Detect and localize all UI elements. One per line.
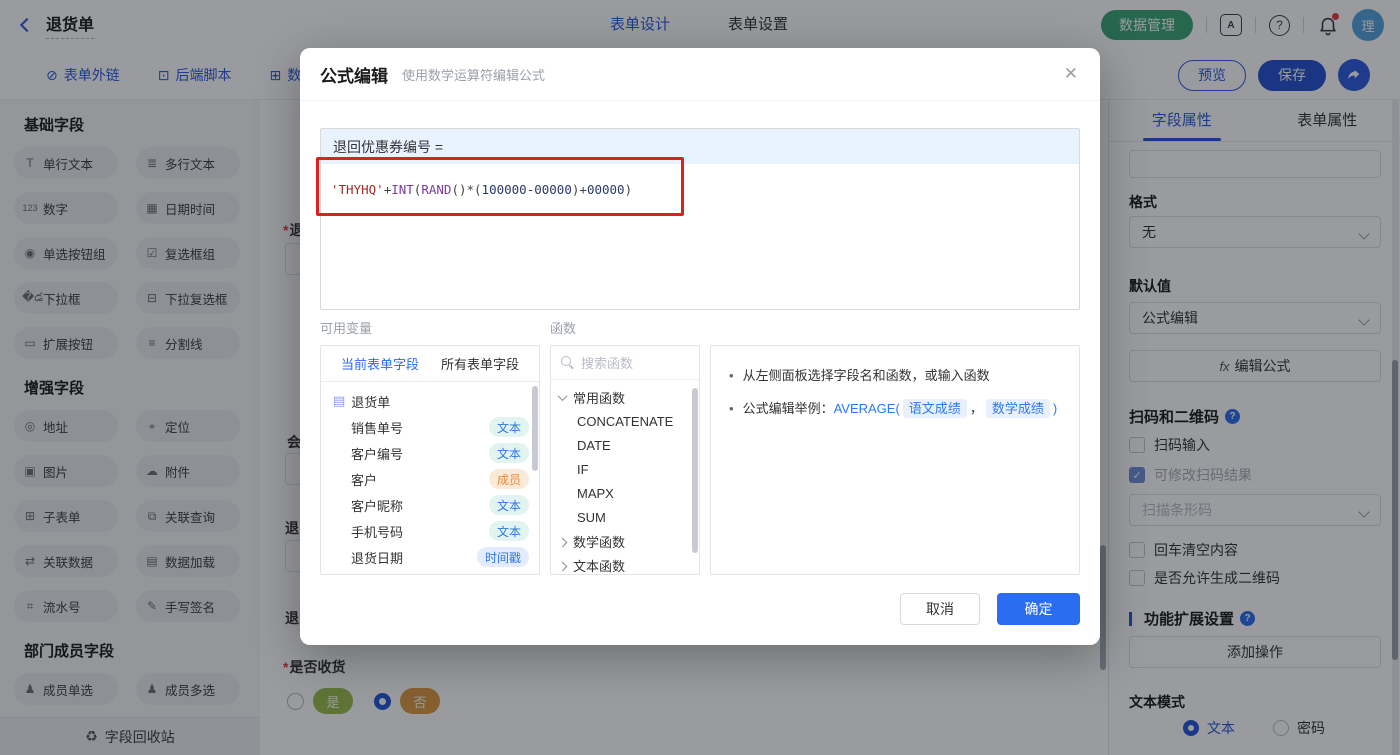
formula-code[interactable]: 'THYHQ'+INT(RAND()*(100000-00000)+00000) [321, 164, 1079, 215]
document-icon: ▤ [333, 393, 346, 408]
variables-section-label: 可用变量 [320, 321, 373, 336]
cancel-button[interactable]: 取消 [900, 593, 980, 625]
chevron-collapsed-icon [557, 537, 568, 547]
search-placeholder: 搜索函数 [581, 356, 634, 371]
variable-row[interactable]: 客户编号 文本 [321, 440, 539, 466]
tab-current-form-fields[interactable]: 当前表单字段 [341, 354, 419, 373]
type-badge: 文本 [488, 417, 529, 437]
app-window: 退货单 表单设计 表单设置 数据管理 A ? 理 ⊘ 表单外链 ⊡ 后端脚本 ⊞… [0, 0, 1400, 755]
variables-scrollbar-thumb[interactable] [532, 386, 538, 471]
example-field-chip: 数学成绩 [985, 399, 1050, 418]
function-group-math[interactable]: 数学函数 [551, 529, 699, 553]
formula-edit-modal: 公式编辑 使用数学运算符编辑公式 ✕ 退回优惠券编号 = 'THYHQ'+INT… [300, 48, 1100, 645]
tip-line-1: 从左侧面板选择字段名和函数，或输入函数 [729, 366, 1061, 386]
tip-line-2: 公式编辑举例：AVERAGE(语文成绩，数学成绩) [729, 399, 1061, 419]
type-badge: 时间戳 [476, 547, 529, 567]
variable-row[interactable]: 客户昵称 文本 [321, 492, 539, 518]
example-field-chip: 语文成绩 [902, 399, 967, 418]
modal-subtitle: 使用数学运算符编辑公式 [402, 67, 546, 83]
variables-tabs: 当前表单字段 所有表单字段 [321, 346, 539, 382]
function-item[interactable]: CONCATENATE [551, 409, 699, 433]
functions-panel: 搜索函数 常用函数 CONCATENATE DATE IF MAPX SUM 数… [550, 345, 700, 575]
functions-section-label: 函数 [550, 321, 577, 336]
variable-row[interactable]: 手机号码 文本 [321, 518, 539, 544]
function-item[interactable]: MAPX [551, 481, 699, 505]
modal-header: 公式编辑 使用数学运算符编辑公式 ✕ [300, 48, 1100, 101]
type-badge: 成员 [488, 469, 529, 489]
tips-panel: 从左侧面板选择字段名和函数，或输入函数 公式编辑举例：AVERAGE(语文成绩，… [710, 345, 1080, 575]
type-badge: 文本 [488, 521, 529, 541]
function-item[interactable]: DATE [551, 433, 699, 457]
close-icon[interactable]: ✕ [1064, 64, 1078, 84]
search-icon [561, 356, 574, 369]
function-group-text[interactable]: 文本函数 [551, 553, 699, 574]
modal-title: 公式编辑 [320, 66, 388, 86]
functions-scrollbar-thumb[interactable] [692, 388, 698, 553]
confirm-button[interactable]: 确定 [997, 593, 1080, 625]
chevron-collapsed-icon [557, 561, 568, 571]
type-badge: 文本 [488, 495, 529, 515]
variable-row[interactable]: 退货日期 时间戳 [321, 544, 539, 570]
formula-target: 退回优惠券编号 = [321, 129, 1079, 164]
function-search-input[interactable]: 搜索函数 [551, 346, 699, 380]
function-item[interactable]: IF [551, 457, 699, 481]
variable-row[interactable]: 客户 成员 [321, 466, 539, 492]
function-item[interactable]: SUM [551, 505, 699, 529]
type-badge: 文本 [488, 443, 529, 463]
formula-editor[interactable]: 退回优惠券编号 = 'THYHQ'+INT(RAND()*(100000-000… [320, 128, 1080, 310]
variables-panel: 当前表单字段 所有表单字段 ▤ 退货单 销售单号 文本 客户编号 文本 客户 成员 客… [320, 345, 540, 575]
chevron-expanded-icon [557, 390, 568, 401]
tab-all-form-fields[interactable]: 所有表单字段 [441, 354, 519, 373]
function-group-common[interactable]: 常用函数 [551, 385, 699, 409]
variable-row[interactable]: 销售单号 文本 [321, 414, 539, 440]
form-node[interactable]: ▤ 退货单 [321, 388, 539, 414]
